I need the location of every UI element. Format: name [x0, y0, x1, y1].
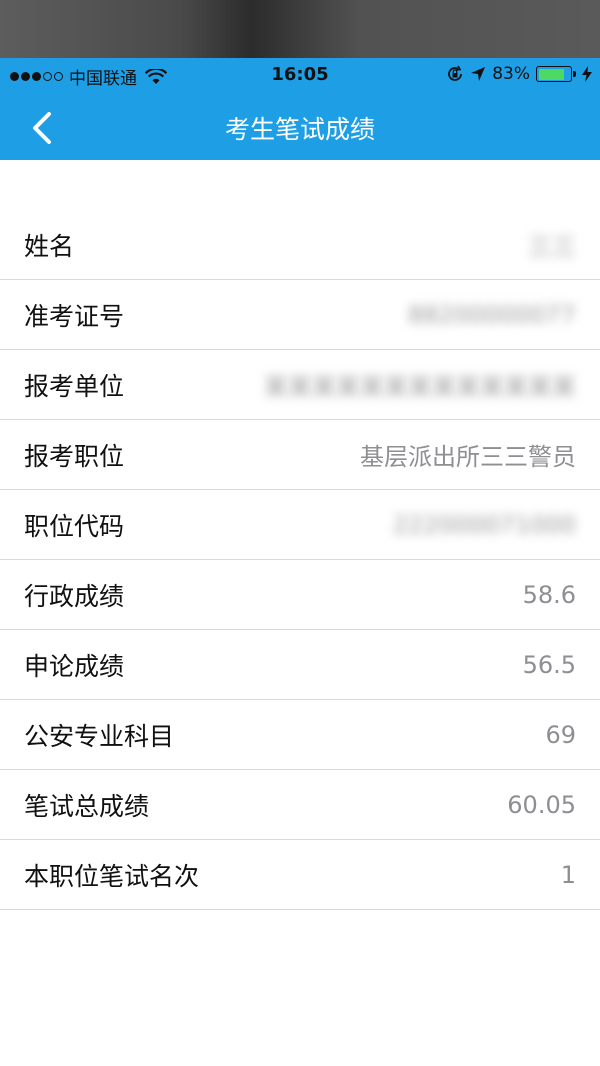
- battery-percent: 83%: [492, 64, 530, 84]
- navigation-bar: 考生笔试成绩: [0, 92, 600, 160]
- score-list: 姓名 三三 准考证号 88200000077 报考单位 某某某某某某某某某某某某…: [0, 210, 600, 910]
- row-label: 准考证号: [24, 301, 125, 331]
- orientation-lock-icon: [448, 65, 463, 81]
- page-title: 考生笔试成绩: [224, 115, 375, 144]
- row-label: 行政成绩: [24, 581, 125, 611]
- location-arrow-icon: [471, 67, 486, 81]
- list-item-admin-score: 行政成绩 58.6: [0, 560, 600, 630]
- list-item-essay-score: 申论成绩 56.5: [0, 630, 600, 700]
- row-value: 58.6: [522, 580, 576, 609]
- row-label: 报考单位: [24, 371, 125, 401]
- row-label: 申论成绩: [24, 651, 125, 681]
- row-value: 222000071000: [392, 510, 576, 539]
- row-label: 姓名: [24, 231, 75, 261]
- list-item-position-code: 职位代码 222000071000: [0, 490, 600, 560]
- row-label: 职位代码: [24, 511, 125, 541]
- row-label: 笔试总成绩: [24, 791, 150, 821]
- app-header: 中国联通 16:05 83% 考生笔试成绩: [0, 58, 600, 160]
- row-value: 60.05: [507, 790, 576, 819]
- list-item-name: 姓名 三三: [0, 210, 600, 280]
- list-item-total-score: 笔试总成绩 60.05: [0, 770, 600, 840]
- top-overlay: [0, 0, 600, 58]
- row-value: 三三: [528, 233, 576, 261]
- list-item-position: 报考职位 基层派出所三三警员: [0, 420, 600, 490]
- battery-icon: [536, 66, 576, 82]
- row-value: 基层派出所三三警员: [360, 443, 576, 471]
- row-label: 公安专业科目: [24, 721, 175, 751]
- list-item-unit: 报考单位 某某某某某某某某某某某某某: [0, 350, 600, 420]
- row-value: 某某某某某某某某某某某某某: [264, 373, 576, 401]
- list-item-police-subject: 公安专业科目 69: [0, 700, 600, 770]
- row-label: 本职位笔试名次: [24, 861, 200, 891]
- row-value: 56.5: [522, 650, 576, 679]
- row-value: 1: [560, 860, 576, 889]
- status-bar: 中国联通 16:05 83%: [0, 58, 600, 92]
- battery-fill: [538, 68, 565, 80]
- list-item-rank: 本职位笔试名次 1: [0, 840, 600, 910]
- row-value: 88200000077: [408, 300, 576, 329]
- charging-bolt-icon: [582, 66, 592, 82]
- row-value: 69: [545, 720, 576, 749]
- list-item-exam-number: 准考证号 88200000077: [0, 280, 600, 350]
- row-label: 报考职位: [24, 441, 125, 471]
- status-right: 83%: [446, 64, 592, 84]
